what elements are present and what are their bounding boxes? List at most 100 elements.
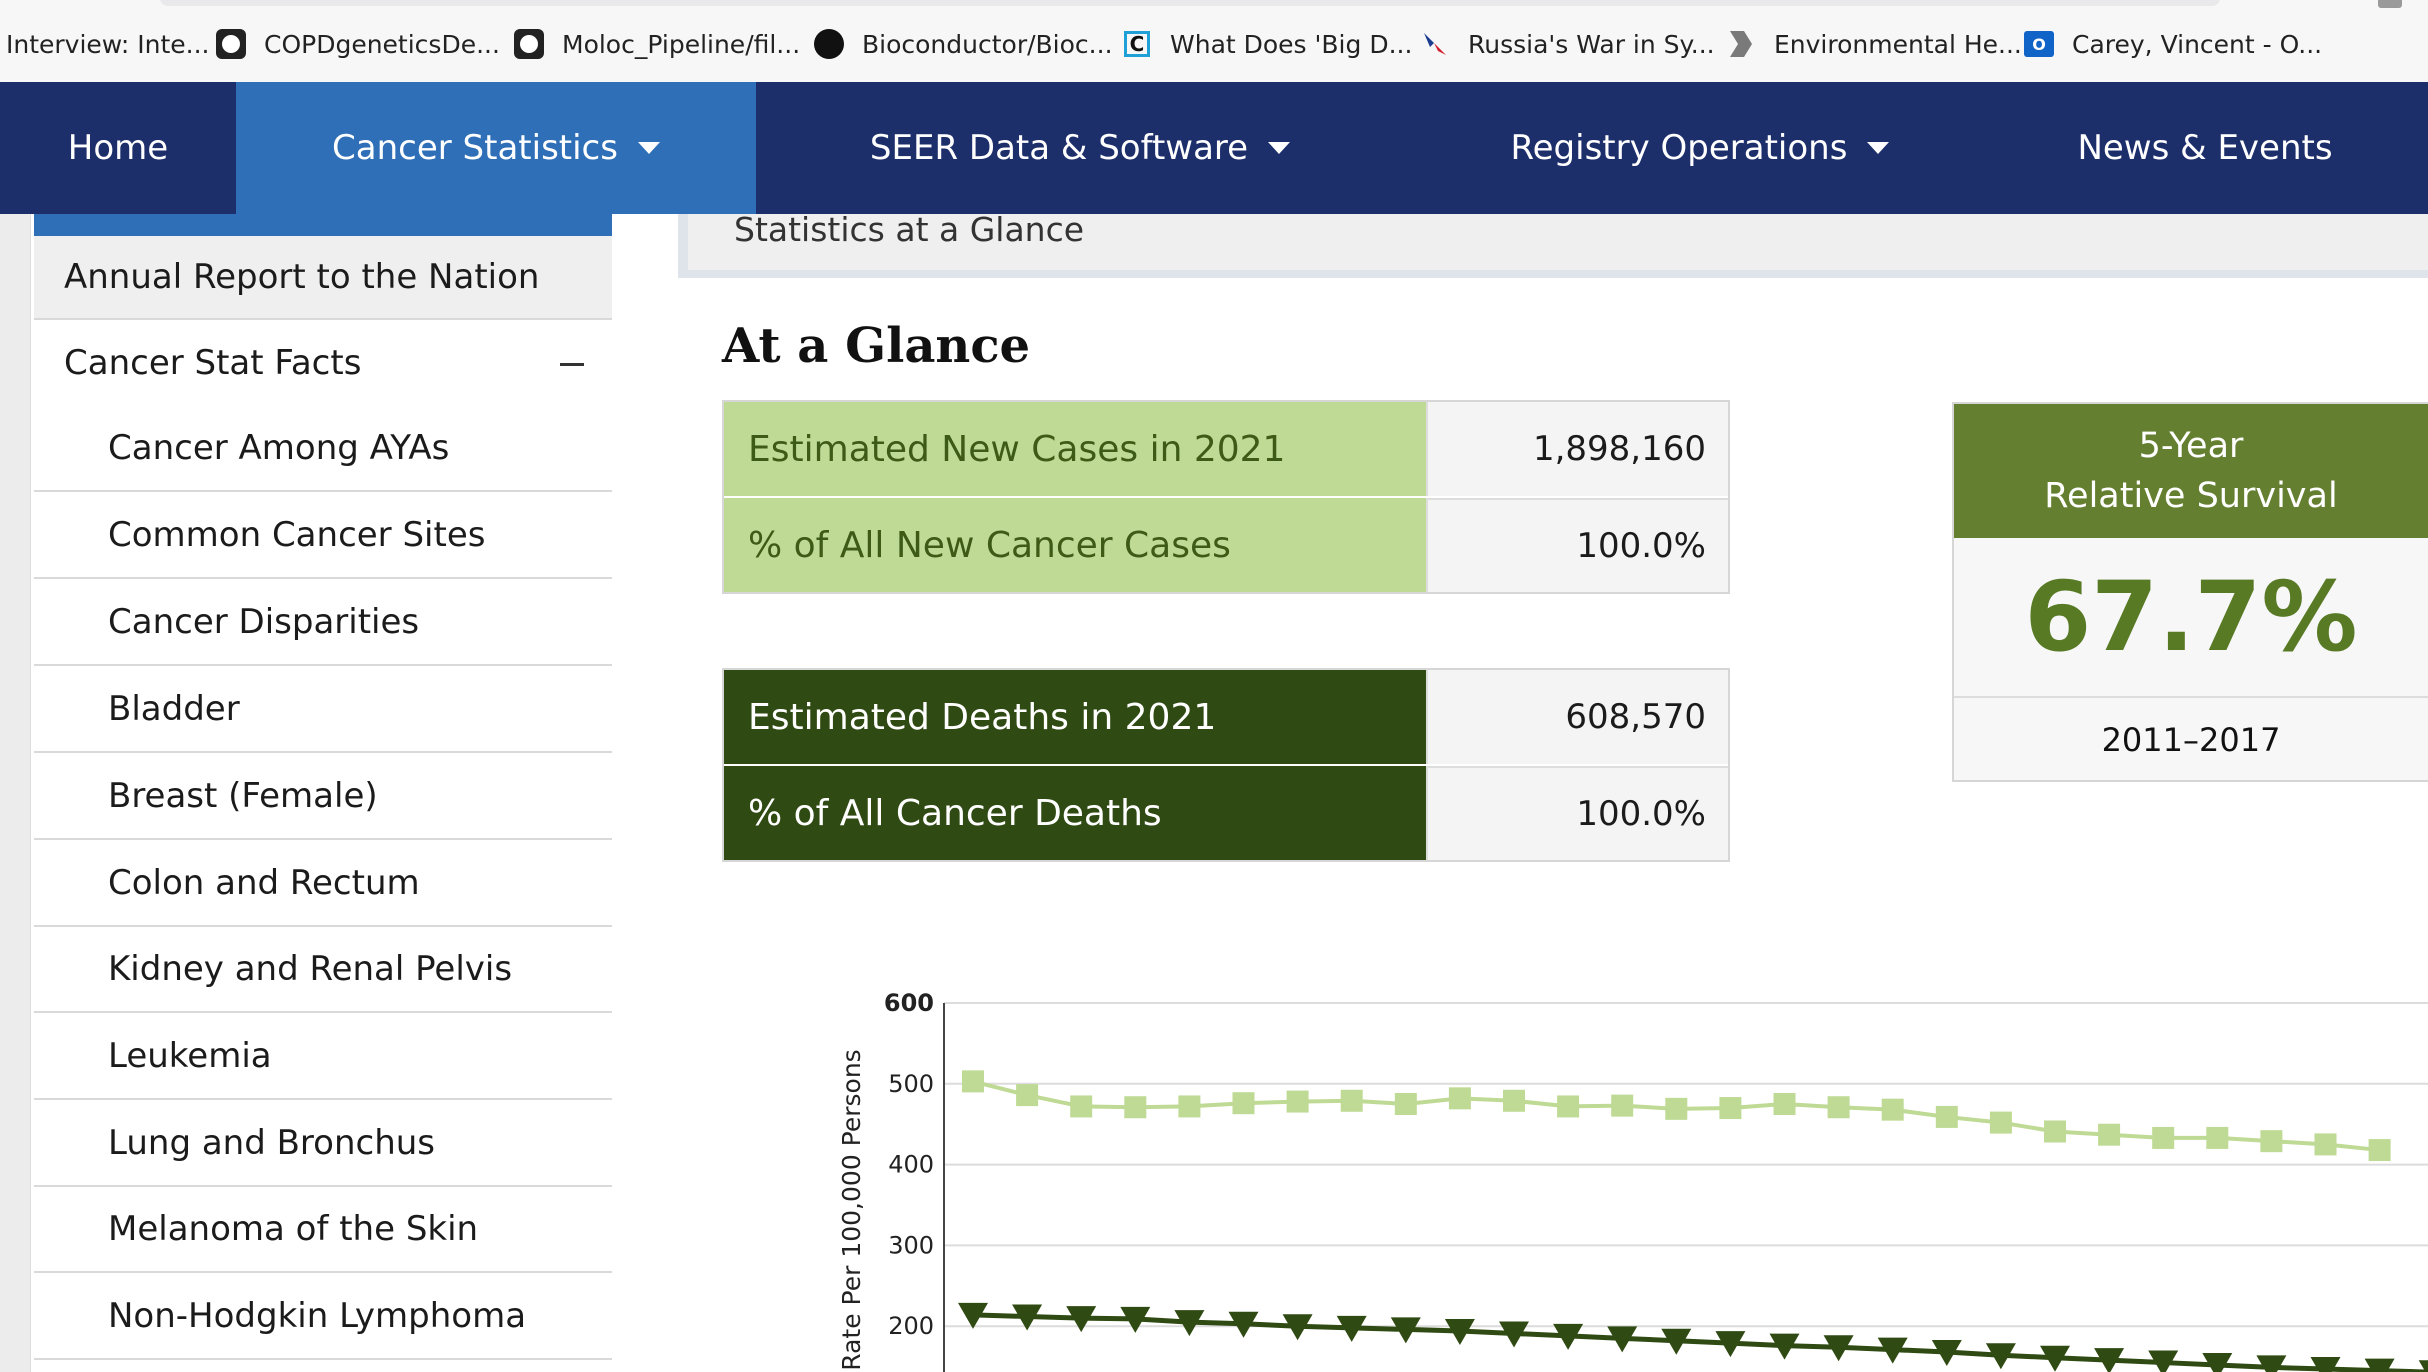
outlook-icon: O [2024,29,2054,59]
square-marker[interactable] [1665,1097,1688,1120]
square-marker[interactable] [2152,1126,2175,1149]
square-marker[interactable] [1503,1089,1525,1112]
collapse-minus-icon[interactable] [560,363,584,366]
sidebar-item-cancer-among-ayas[interactable]: Cancer Among AYAs [34,406,612,492]
stat-label: Estimated New Cases in 2021 [724,402,1426,496]
sidebar-item-label: Bladder [108,688,240,729]
caret-down-icon [1268,142,1291,154]
square-marker[interactable] [1881,1098,1904,1121]
sidebar-item-leukemia[interactable]: Leukemia [34,1013,612,1100]
survival-card: 5-Year Relative Survival 67.7% 2011–2017 [1952,402,2428,782]
bookmark-big-data[interactable]: C What Does 'Big D... [1122,24,1412,64]
bookmark-label: Russia's War in Sy... [1468,29,1715,59]
square-marker[interactable] [1394,1093,1417,1115]
chart-grid [943,1002,2428,1372]
square-marker[interactable] [1773,1093,1796,1115]
square-marker[interactable] [1340,1089,1363,1112]
bookmark-label: What Does 'Big D... [1170,29,1413,59]
square-marker[interactable] [1989,1111,2012,1134]
bookmark-label: Environmental He... [1774,29,2022,59]
sidebar-item-label: Common Cancer Sites [108,514,486,555]
square-marker[interactable] [2206,1126,2229,1149]
nav-cancer-statistics[interactable]: Cancer Statistics [236,82,756,214]
sidebar-item-label: Annual Report to the Nation [64,257,540,297]
bookmark-moloc-pipeline[interactable]: Moloc_Pipeline/fil... [514,24,800,64]
nav-label: Registry Operations [1510,128,1848,168]
bookmark-bioconductor[interactable]: Bioconductor/Bioc... [814,24,1113,64]
stat-label: % of All New Cancer Cases [724,498,1426,592]
square-marker[interactable] [962,1070,984,1093]
sidebar-item-common-cancer-sites[interactable]: Common Cancer Sites [34,492,612,579]
square-marker[interactable] [1557,1095,1580,1118]
y-tick-label: 300 [888,1231,934,1259]
sidebar-item-bladder[interactable]: Bladder [34,666,612,753]
nav-seer-data-software[interactable]: SEER Data & Software [820,82,1340,214]
main-nav: Home Cancer Statistics SEER Data & Softw… [0,82,2428,214]
sidebar-item-colon-rectum[interactable]: Colon and Rectum [34,840,612,927]
bookmark-russia-war[interactable]: Russia's War in Sy... [1420,24,1715,64]
nav-label: Home [67,128,169,168]
bookmark-label: Bioconductor/Bioc... [862,29,1113,59]
breadcrumb-current: Statistics at a Glance [734,210,1085,249]
trend-chart: 200 300 400 500 600 Rate Per 100,000 Persons [837,989,2428,1372]
square-marker[interactable] [1124,1096,1147,1119]
sidebar-item-melanoma-skin[interactable]: Melanoma of the Skin [34,1187,612,1273]
sidebar-item-label: Non-Hodgkin Lymphoma [108,1295,527,1336]
table-row: Estimated New Cases in 2021 1,898,160 [724,402,1728,496]
bookmark-environmental-health[interactable]: Environmental He... [1726,24,2022,64]
survival-title-line2: Relative Survival [2044,476,2338,516]
sidebar-item-kidney-renal-pelvis[interactable]: Kidney and Renal Pelvis [34,927,612,1013]
stat-value: 100.0% [1426,766,1728,860]
bookmark-interview[interactable]: Interview: Inte... [6,24,210,64]
square-marker[interactable] [1232,1092,1255,1115]
bookmark-outlook[interactable]: O Carey, Vincent - O... [2024,24,2322,64]
square-marker[interactable] [1719,1097,1742,1120]
github-icon [216,29,246,59]
c-logo-icon: C [1122,29,1152,59]
new-cases-table: Estimated New Cases in 2021 1,898,160 % … [722,400,1730,594]
sidebar-item-cancer-stat-facts[interactable]: Cancer Stat Facts [34,320,612,406]
bookmark-copdgenetics[interactable]: COPDgeneticsDe... [216,24,500,64]
airline-icon [1420,29,1450,59]
sidebar-item-non-hodgkin-lymphoma[interactable]: Non-Hodgkin Lymphoma [34,1273,612,1360]
extension-icon[interactable] [2378,0,2402,8]
square-marker[interactable] [2314,1133,2337,1156]
sidebar-item-breast-female[interactable]: Breast (Female) [34,753,612,840]
square-marker[interactable] [1178,1095,1201,1118]
square-marker[interactable] [2098,1123,2121,1146]
bookmark-label: COPDgeneticsDe... [264,29,500,59]
square-marker[interactable] [1827,1096,1850,1119]
left-scroll-gutter [0,214,31,1372]
y-tick-label: 600 [884,989,934,1017]
square-marker[interactable] [1448,1087,1471,1110]
square-marker[interactable] [1016,1084,1039,1107]
table-row: % of All Cancer Deaths 100.0% [724,764,1728,860]
page-title: At a Glance [722,318,1031,374]
sidebar-item-label: Breast (Female) [108,775,378,816]
stat-label: % of All Cancer Deaths [724,766,1426,860]
sidebar-item-label: Leukemia [108,1035,272,1076]
stat-value: 1,898,160 [1426,402,1728,496]
nav-news-events[interactable]: News & Events [2040,82,2370,214]
y-tick-label: 200 [888,1312,934,1340]
square-marker[interactable] [1070,1095,1093,1118]
square-marker[interactable] [1286,1090,1309,1113]
square-marker[interactable] [2260,1130,2283,1153]
stat-value: 100.0% [1426,498,1728,592]
nav-registry-operations[interactable]: Registry Operations [1460,82,1940,214]
caret-down-icon [637,142,660,154]
sidebar-item-annual-report[interactable]: Annual Report to the Nation [34,236,612,320]
square-marker[interactable] [2368,1139,2391,1162]
bookmark-label: Moloc_Pipeline/fil... [562,29,801,59]
sidebar-item-lung-bronchus[interactable]: Lung and Bronchus [34,1100,612,1187]
nav-home[interactable]: Home [0,82,236,214]
nav-label: Cancer Statistics [332,128,618,168]
nav-label: SEER Data & Software [869,128,1249,168]
square-marker[interactable] [2044,1120,2066,1143]
y-tick-label: 400 [888,1151,934,1179]
sidebar-item-label: Melanoma of the Skin [108,1209,479,1249]
square-marker[interactable] [1611,1094,1634,1117]
sidebar-item-cancer-disparities[interactable]: Cancer Disparities [34,579,612,666]
square-marker[interactable] [1935,1105,1958,1128]
sidebar-item-label: Colon and Rectum [108,862,420,903]
